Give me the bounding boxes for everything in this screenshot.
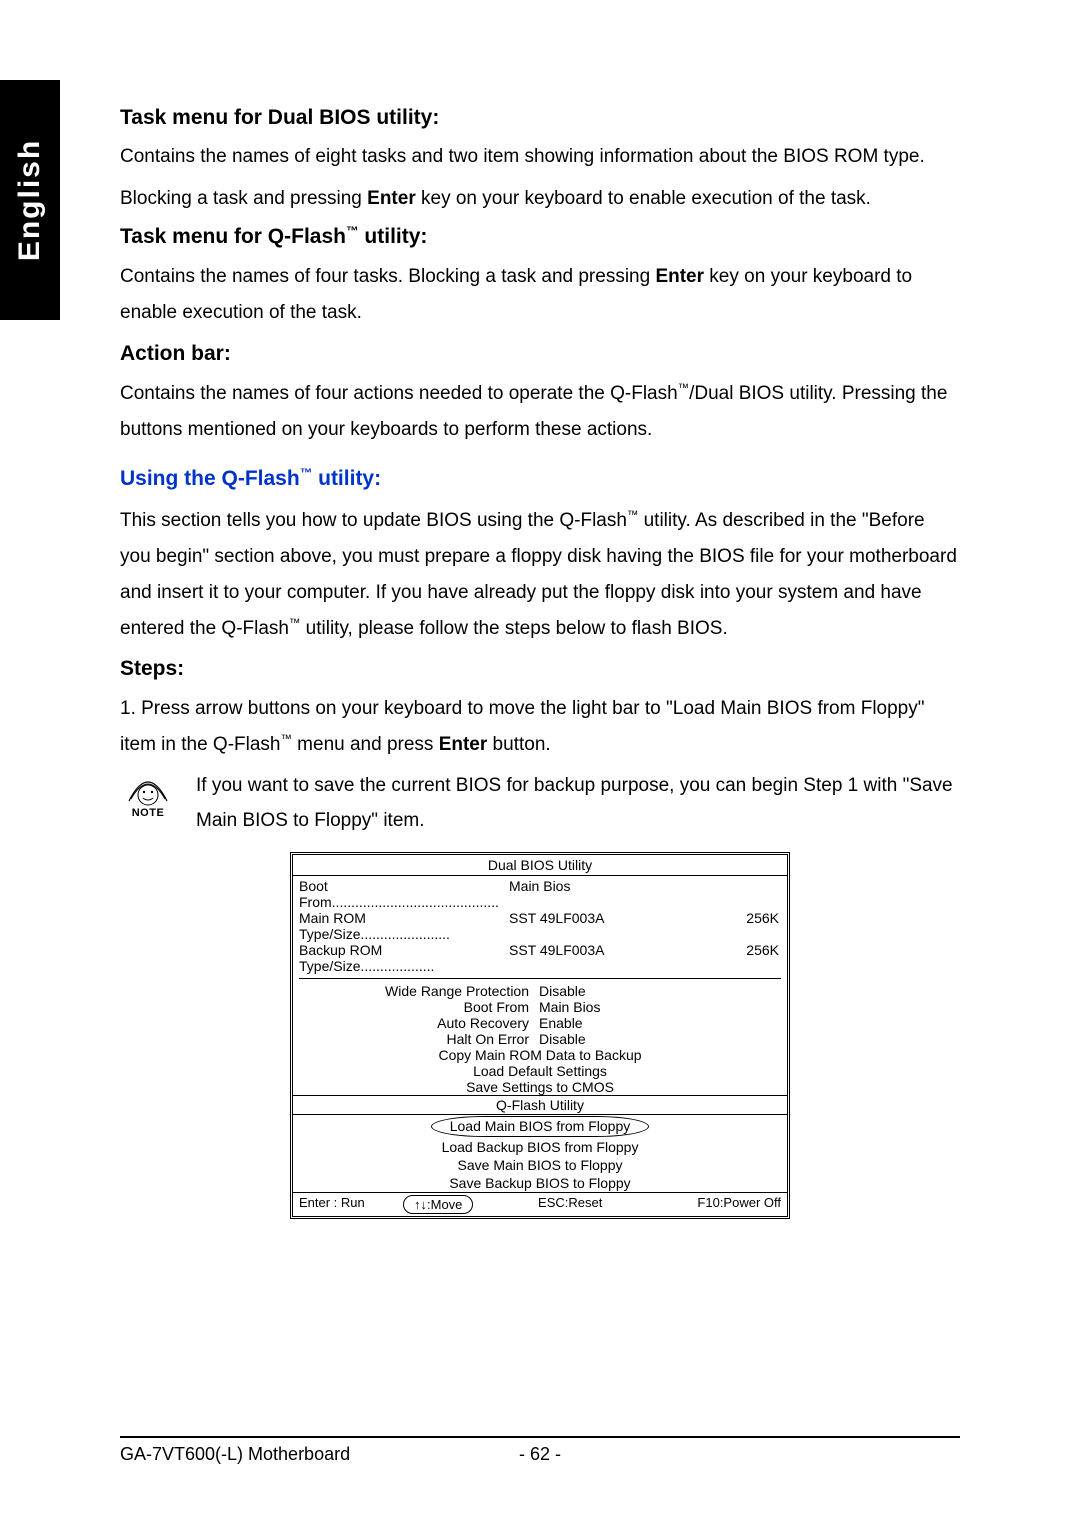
bios-action-item[interactable]: Save Settings to CMOS (299, 1079, 781, 1095)
bios-setting-row[interactable]: Auto RecoveryEnable (299, 1015, 781, 1031)
using-qflash-paragraph: This section tells you how to update BIO… (120, 503, 960, 647)
note-label: NOTE (132, 807, 165, 819)
action-esc: ESC:Reset (473, 1193, 667, 1216)
bios-info-row: Backup ROM Type/Size................... … (299, 942, 781, 974)
bios-action-item[interactable]: Copy Main ROM Data to Backup (299, 1047, 781, 1063)
bios-setting-row[interactable]: Boot FromMain Bios (299, 999, 781, 1015)
bios-utility-box: Dual BIOS Utility Boot From.............… (290, 852, 790, 1220)
qflash-item-highlighted[interactable]: Load Main BIOS from Floppy (293, 1115, 787, 1139)
page-footer: GA-7VT600(-L) Motherboard - 62 - (120, 1436, 960, 1465)
qflash-item[interactable]: Save Main BIOS to Floppy (293, 1156, 787, 1174)
step-1: 1. Press arrow buttons on your keyboard … (120, 691, 960, 763)
action-move: ↑↓:Move (403, 1195, 473, 1214)
action-bar-paragraph: Contains the names of four actions neede… (120, 376, 960, 448)
bios-action-item[interactable]: Load Default Settings (299, 1063, 781, 1079)
qflash-heading: Task menu for Q-Flash™ utility: (120, 224, 960, 249)
qflash-item[interactable]: Save Backup BIOS to Floppy (293, 1174, 787, 1192)
bios-action-bar: Enter : Run ↑↓:Move ESC:Reset F10:Power … (293, 1192, 787, 1216)
qflash-section-title: Q-Flash Utility (293, 1095, 787, 1115)
language-tab-label: English (13, 139, 47, 261)
footer-page-number: - 62 - (500, 1444, 580, 1465)
bios-info-row: Boot From...............................… (299, 878, 781, 910)
steps-heading: Steps: (120, 657, 960, 681)
qflash-item[interactable]: Load Backup BIOS from Floppy (293, 1138, 787, 1156)
bios-title: Dual BIOS Utility (293, 855, 787, 876)
action-enter: Enter : Run (293, 1193, 403, 1216)
page-content: Task menu for Dual BIOS utility: Contain… (120, 100, 960, 1219)
dual-bios-paragraph-1: Contains the names of eight tasks and tw… (120, 140, 960, 174)
footer-model: GA-7VT600(-L) Motherboard (120, 1444, 500, 1465)
note-icon: NOTE (120, 769, 176, 819)
dual-bios-paragraph-2: Blocking a task and pressing Enter key o… (120, 182, 960, 216)
note-block: NOTE If you want to save the current BIO… (120, 769, 960, 837)
language-tab: English (0, 80, 60, 320)
action-f10: F10:Power Off (667, 1193, 787, 1216)
action-bar-heading: Action bar: (120, 342, 960, 366)
bios-setting-row[interactable]: Halt On ErrorDisable (299, 1031, 781, 1047)
note-text: If you want to save the current BIOS for… (196, 769, 960, 837)
bios-info-row: Main ROM Type/Size......................… (299, 910, 781, 942)
bios-setting-row[interactable]: Wide Range ProtectionDisable (299, 983, 781, 999)
using-qflash-heading: Using the Q-Flash™ utility: (120, 466, 960, 491)
dual-bios-heading: Task menu for Dual BIOS utility: (120, 106, 960, 130)
qflash-paragraph: Contains the names of four tasks. Blocki… (120, 259, 960, 331)
